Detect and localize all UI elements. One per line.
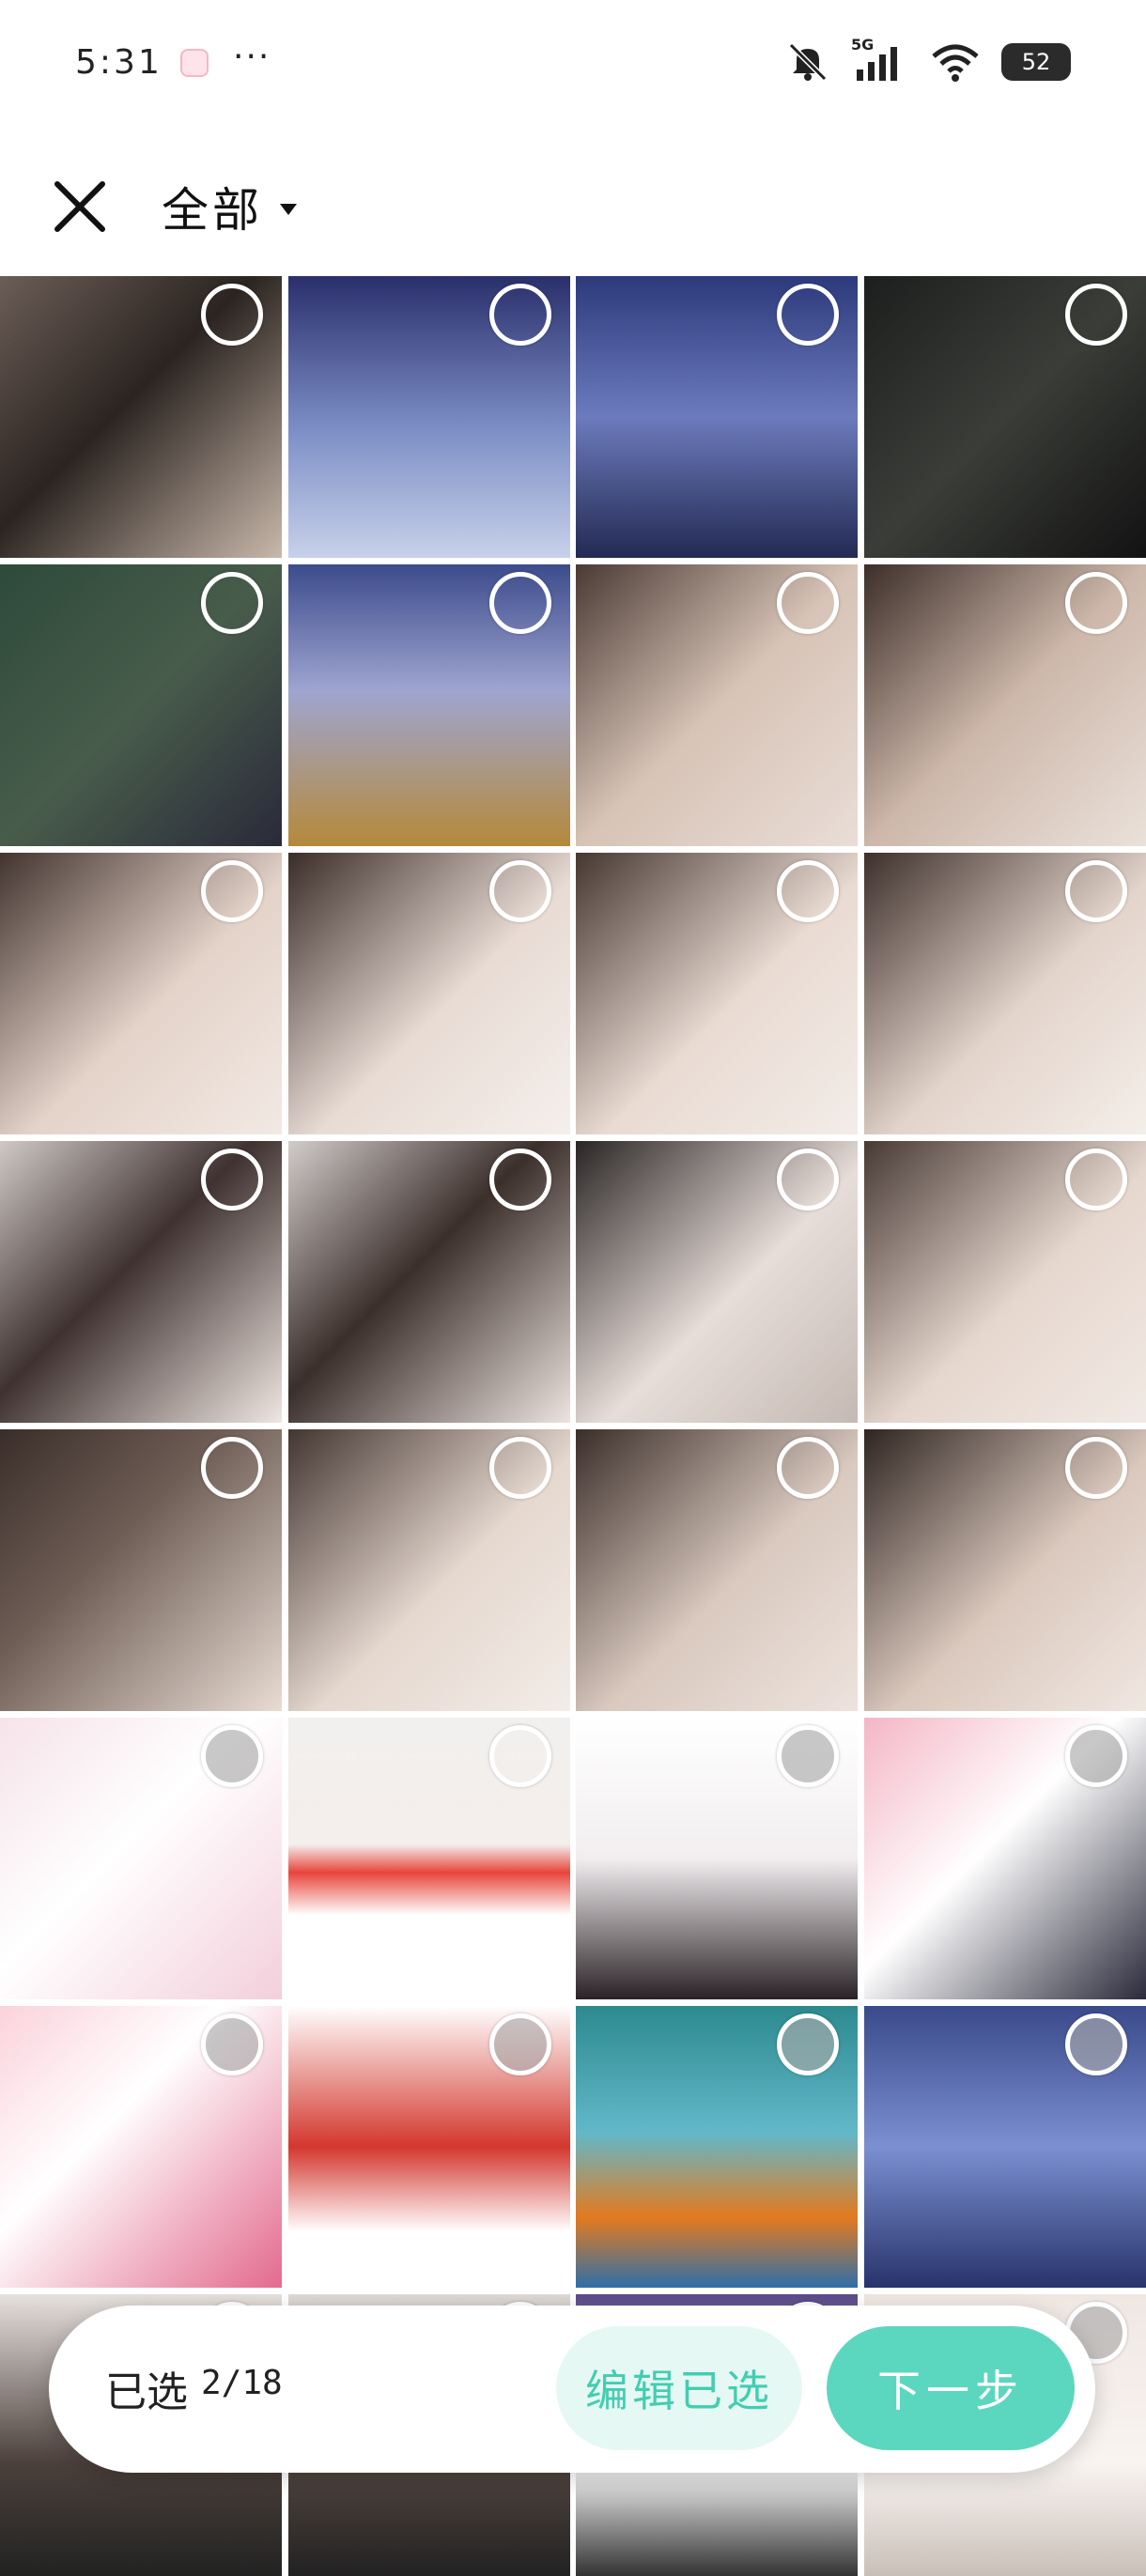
select-circle-icon[interactable]: [201, 2013, 263, 2075]
photo-thumbnail[interactable]: [287, 853, 570, 1134]
chevron-down-icon: [280, 204, 297, 215]
select-circle-icon[interactable]: [201, 1149, 263, 1211]
photo-thumbnail[interactable]: [0, 276, 282, 558]
status-bar: 5:31 ··· 5G 52: [0, 0, 1146, 131]
photo-thumbnail[interactable]: [863, 853, 1146, 1134]
status-time: 5:31: [75, 43, 163, 82]
photo-thumbnail[interactable]: [0, 1429, 282, 1711]
select-circle-icon[interactable]: [201, 572, 263, 634]
select-circle-icon[interactable]: [777, 572, 840, 634]
select-circle-icon[interactable]: [1064, 2013, 1127, 2075]
edit-selected-button[interactable]: 编辑已选: [556, 2326, 802, 2450]
photo-thumbnail[interactable]: [287, 2006, 570, 2288]
cellular-signal-icon: 5G: [851, 36, 909, 83]
album-selector[interactable]: 全部: [162, 171, 297, 242]
battery-icon: 52: [1001, 43, 1071, 81]
select-circle-icon[interactable]: [488, 1149, 551, 1211]
select-circle-icon[interactable]: [777, 1149, 840, 1211]
next-step-button[interactable]: 下一步: [827, 2326, 1075, 2450]
close-button[interactable]: [47, 174, 113, 239]
select-circle-icon[interactable]: [1064, 572, 1127, 634]
photo-thumbnail[interactable]: [863, 1718, 1146, 1999]
selected-label: 已选: [105, 2368, 188, 2416]
select-circle-icon[interactable]: [488, 2013, 551, 2075]
photo-thumbnail[interactable]: [863, 1141, 1146, 1423]
silent-icon: [788, 42, 828, 82]
select-circle-icon[interactable]: [1064, 284, 1127, 346]
select-circle-icon[interactable]: [777, 1437, 840, 1499]
select-circle-icon[interactable]: [488, 284, 551, 346]
select-circle-icon[interactable]: [201, 860, 263, 922]
top-header: 全部: [0, 150, 1146, 263]
photo-thumbnail[interactable]: [287, 1141, 570, 1423]
select-circle-icon[interactable]: [777, 284, 840, 346]
photo-thumbnail[interactable]: [287, 564, 570, 846]
photo-thumbnail[interactable]: [576, 1141, 859, 1423]
album-title: 全部: [162, 183, 263, 238]
photo-thumbnail[interactable]: [287, 276, 570, 558]
photo-thumbnail[interactable]: [863, 564, 1146, 846]
system-icons: 5G 52: [785, 36, 1071, 83]
photo-thumbnail[interactable]: [576, 564, 859, 846]
select-circle-icon[interactable]: [1064, 1725, 1127, 1787]
select-circle-icon[interactable]: [1064, 1437, 1127, 1499]
select-circle-icon[interactable]: [1064, 860, 1127, 922]
photo-thumbnail[interactable]: [0, 853, 282, 1134]
select-circle-icon[interactable]: [201, 1437, 263, 1499]
photo-thumbnail[interactable]: [0, 564, 282, 846]
select-circle-icon[interactable]: [488, 1437, 551, 1499]
photo-thumbnail[interactable]: [576, 2006, 859, 2288]
photo-thumbnail[interactable]: [576, 853, 859, 1134]
select-circle-icon[interactable]: [201, 1725, 263, 1787]
select-circle-icon[interactable]: [777, 1725, 840, 1787]
photo-thumbnail[interactable]: [863, 2006, 1146, 2288]
photo-thumbnail[interactable]: [0, 1141, 282, 1423]
photo-thumbnail[interactable]: [287, 1429, 570, 1711]
select-circle-icon[interactable]: [201, 284, 263, 346]
app-notification-icon: [180, 49, 209, 77]
select-circle-icon[interactable]: [488, 572, 551, 634]
photo-thumbnail[interactable]: [576, 276, 859, 558]
photo-grid: [0, 276, 1146, 2576]
photo-thumbnail[interactable]: [576, 1429, 859, 1711]
photo-thumbnail[interactable]: [576, 1718, 859, 1999]
close-icon: [54, 181, 105, 232]
select-circle-icon[interactable]: [1064, 1149, 1127, 1211]
wifi-icon: [932, 44, 979, 82]
photo-thumbnail[interactable]: [0, 1718, 282, 1999]
photo-thumbnail[interactable]: [863, 276, 1146, 558]
select-circle-icon[interactable]: [488, 860, 551, 922]
selected-count: 2/18: [201, 2364, 283, 2402]
select-circle-icon[interactable]: [488, 1725, 551, 1787]
photo-thumbnail[interactable]: [0, 2006, 282, 2288]
select-circle-icon[interactable]: [777, 860, 840, 922]
photo-thumbnail[interactable]: [287, 1718, 570, 1999]
photo-thumbnail[interactable]: [863, 1429, 1146, 1711]
selection-bar: 已选 2/18 编辑已选 下一步: [49, 2306, 1095, 2473]
select-circle-icon[interactable]: [777, 2013, 840, 2075]
more-notifications-icon: ···: [233, 38, 271, 76]
